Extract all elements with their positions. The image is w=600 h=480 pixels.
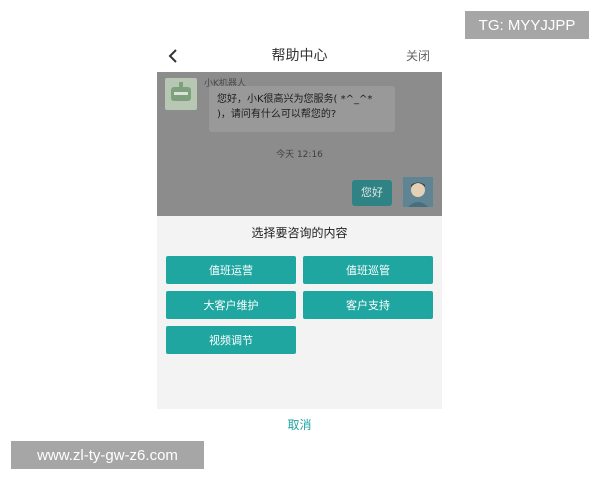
inquiry-options-panel: 选择要咨询的内容 值班运营 值班巡管 大客户维护 客户支持 视频调节 取消 xyxy=(157,216,442,440)
page-title: 帮助中心 xyxy=(271,48,328,64)
option-button[interactable]: 客户支持 xyxy=(303,291,433,319)
chat-timestamp: 今天 12:16 xyxy=(276,150,323,160)
user-message-bubble: 您好 xyxy=(352,180,392,206)
url-watermark-badge: www.zl-ty-gw-z6.com xyxy=(11,441,204,469)
option-button[interactable]: 大客户维护 xyxy=(166,291,296,319)
bot-message-bubble: 您好，小K很高兴为您服务( *^_^* )，请问有什么可以帮您的? xyxy=(209,86,395,132)
panel-title: 选择要咨询的内容 xyxy=(251,226,348,240)
option-button[interactable]: 视频调节 xyxy=(166,326,296,354)
close-button[interactable]: 关闭 xyxy=(406,40,430,72)
navigation-bar: 帮助中心 关闭 xyxy=(157,40,442,72)
user-avatar xyxy=(403,177,433,207)
option-button[interactable]: 值班运营 xyxy=(166,256,296,284)
tg-watermark-badge: TG: MYYJJPP xyxy=(465,11,589,39)
chat-area: 小K机器人 您好，小K很高兴为您服务( *^_^* )，请问有什么可以帮您的? … xyxy=(157,72,442,216)
option-button[interactable]: 值班巡管 xyxy=(303,256,433,284)
cancel-button[interactable]: 取消 xyxy=(157,409,442,440)
bot-avatar xyxy=(165,78,197,110)
phone-screen: 帮助中心 关闭 小K机器人 您好，小K很高兴为您服务( *^_^* )，请问有什… xyxy=(157,40,442,440)
